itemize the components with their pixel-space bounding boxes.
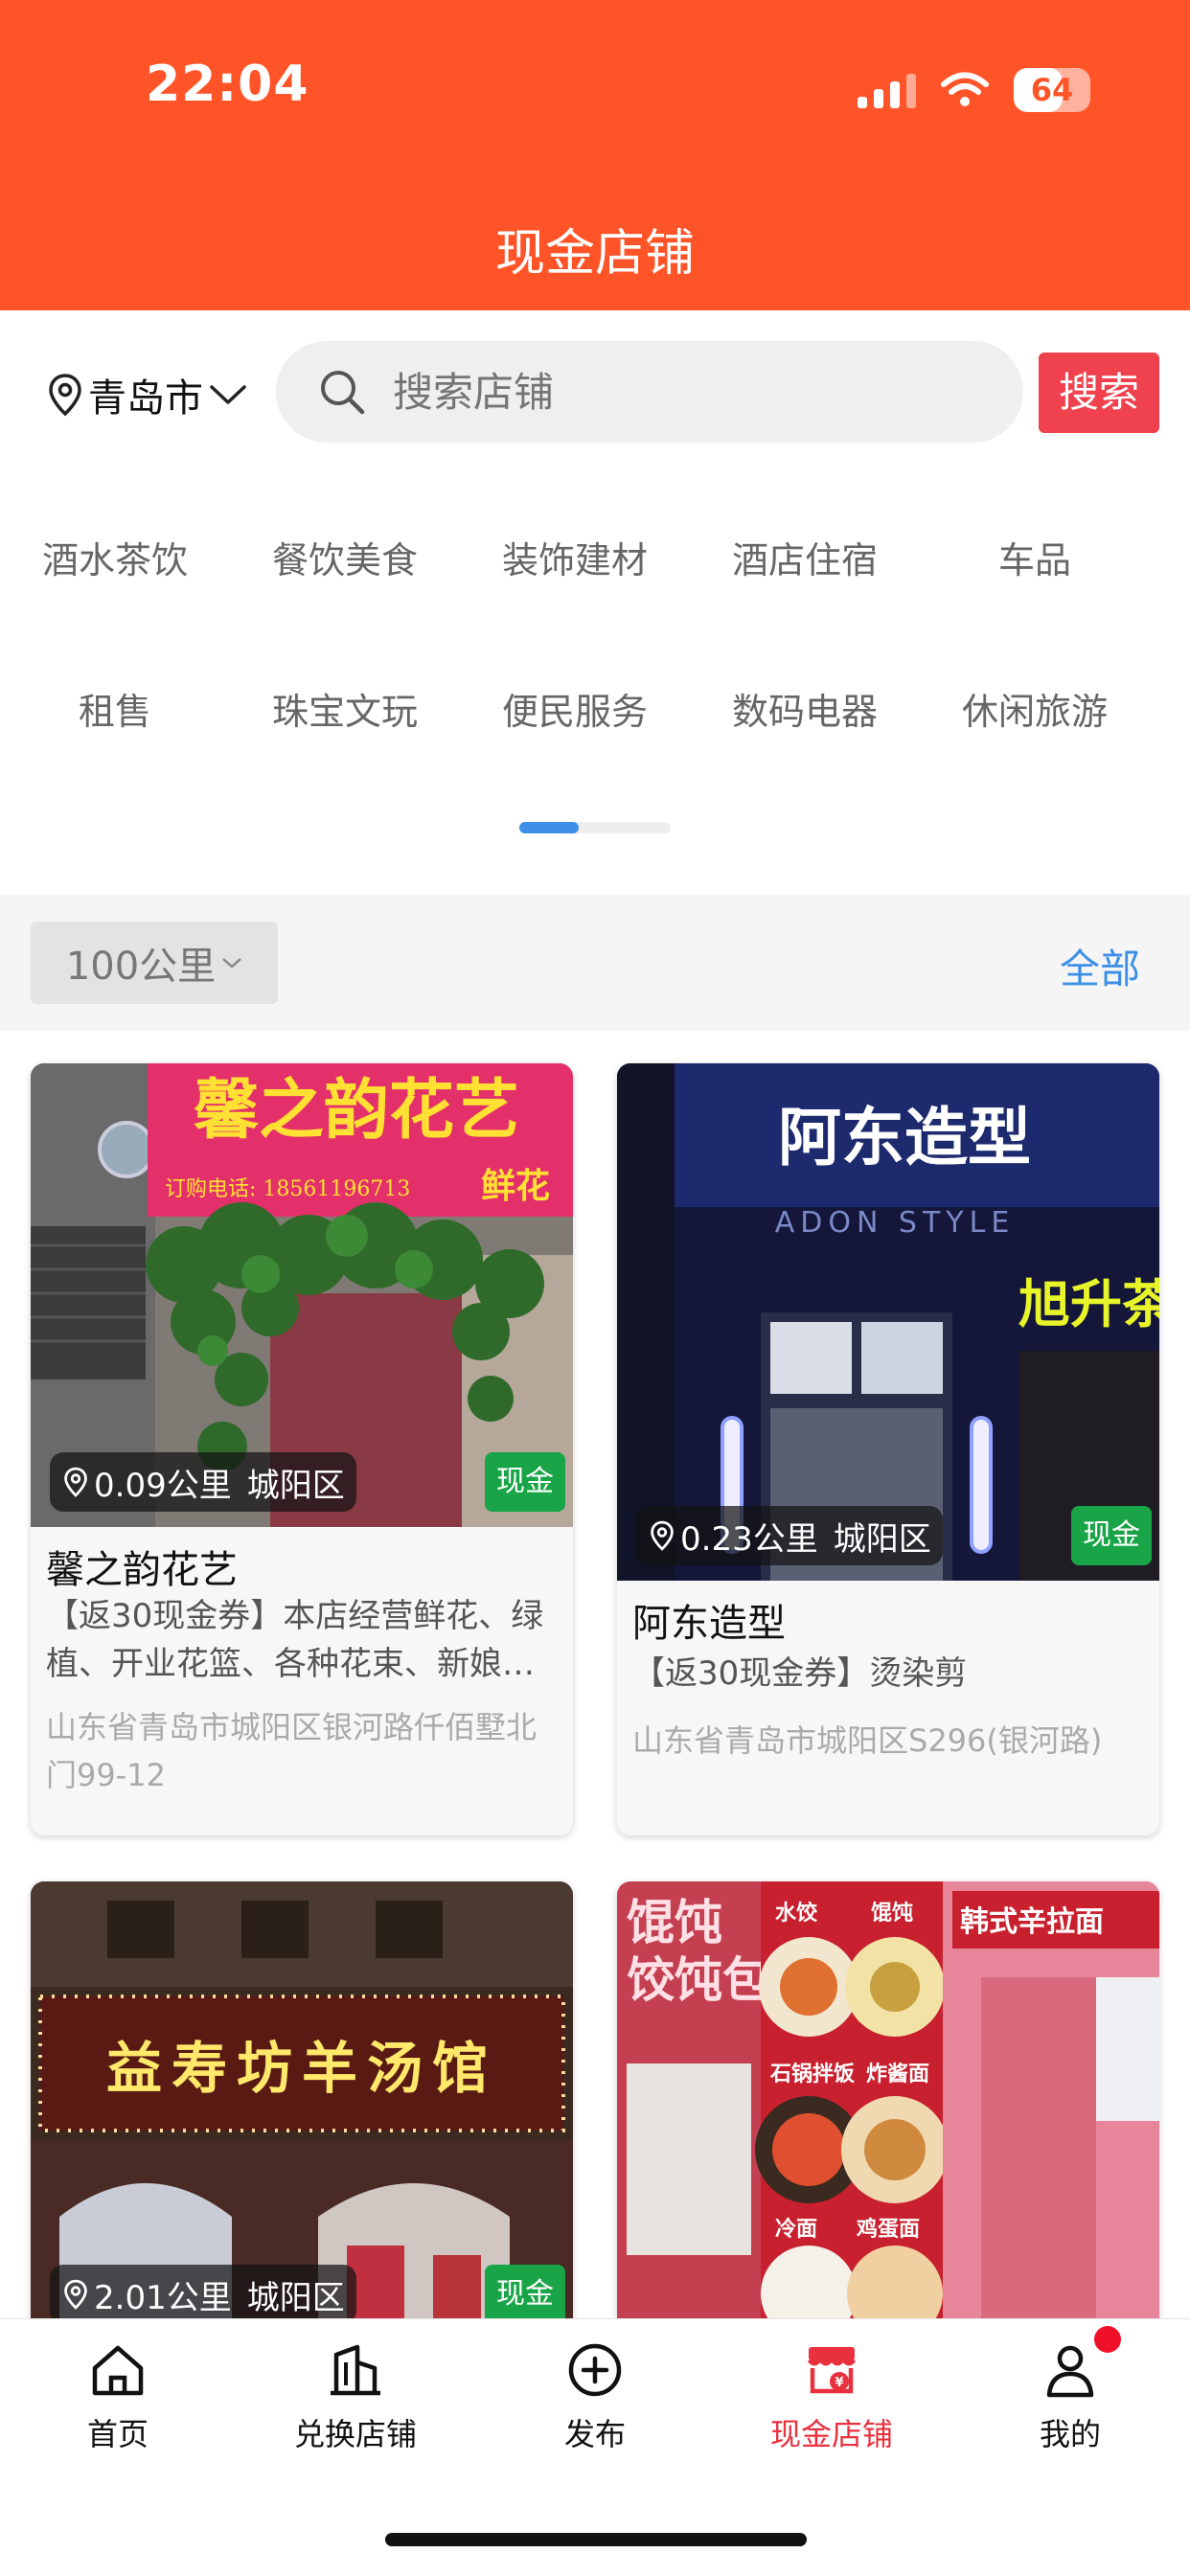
menu-item: 冷面 [775,2217,817,2242]
distance-value: 0.09公里 [94,1466,232,1505]
shop-description: 【返30现金券】本店经营鲜花、绿植、开业花篮、各种花束、新娘… [46,1597,544,1683]
distance-value: 2.01公里 [94,2278,232,2317]
district-label: 城阳区 [246,1466,345,1505]
sign-name: 韩式辛拉面 [960,1905,1104,1939]
notification-dot [1094,2326,1121,2353]
sign-name: 益寿坊羊汤馆 [106,2036,497,2101]
page-title: 现金店铺 [494,225,695,283]
shop-address: 山东省青岛市城阳区银河路仟佰墅北门99-12 [46,1709,538,1793]
cash-shop-icon: ¥ [807,2347,857,2394]
shop-name: 馨之韵花艺 [46,1548,238,1592]
distance-badge: 0.23公里 城阳区 [636,1506,943,1565]
category-page-indicator [519,822,671,833]
district-label: 城阳区 [833,1519,931,1559]
shop-description: 【返30现金券】烫染剪 [632,1654,968,1693]
category-item[interactable]: 休闲旅游 [920,682,1150,735]
cash-badge: 现金 [1071,1506,1152,1565]
shop-photo: 阿东造型 ADON STYLE 旭升茶 [617,1063,1159,1581]
tab-label: 发布 [563,2416,626,2452]
tab-label: 兑换店铺 [293,2416,417,2452]
category-item[interactable]: 数码电器 [690,682,920,735]
home-icon [92,2345,144,2396]
category-item[interactable]: 便民服务 [460,682,690,735]
distance-filter-label: 100公里 [65,945,217,989]
search-button[interactable]: 搜索 [1039,353,1159,433]
svg-text:饺饨包: 饺饨包 [627,1952,770,2008]
status-icons: 64 [858,63,1090,117]
location-pin-icon [64,2279,87,2310]
tab-publish[interactable]: 发布 [509,2339,681,2454]
shop-name: 阿东造型 [632,1602,786,1646]
distance-badge: 0.09公里 城阳区 [50,1452,356,1512]
search-bar[interactable] [276,341,1023,443]
shop-photo: 馄饨 饺饨包 水饺 馄饨 石锅拌饭 炸酱面 冷面 鸡蛋面 韩式辛拉面 [617,1881,1159,2341]
menu-item: 水饺 [775,1901,818,1926]
cash-badge: 现金 [485,1452,565,1512]
location-pin-icon [64,1467,87,1497]
category-item[interactable]: 装饰建材 [460,531,690,583]
building-icon [331,2344,380,2396]
tab-cash-shops[interactable]: ¥ 现金店铺 [745,2339,918,2454]
tab-label: 首页 [86,2416,149,2452]
search-icon [321,371,365,415]
shop-card[interactable]: 馨之韵花艺 订购电话: 18561196713 鲜花 0.09公里 城阳区 现金… [31,1063,573,1835]
location-pin-icon [651,1520,674,1551]
sign-extra: 鲜花 [481,1166,550,1206]
district-label: 城阳区 [246,2278,345,2317]
battery-icon: 64 [1014,68,1090,112]
cellular-signal-icon [858,72,916,108]
menu-item: 炸酱面 [866,2062,929,2086]
category-item[interactable]: 酒水茶饮 [0,531,230,583]
home-indicator [385,2533,807,2546]
tab-label: 我的 [1039,2416,1101,2452]
distance-badge: 2.01公里 城阳区 [50,2265,356,2324]
sign-name: 馨之韵花艺 [194,1072,519,1149]
shop-card[interactable]: 益寿坊羊汤馆 2.01公里 城阳区 现金 [31,1881,573,2341]
city-label: 青岛市 [88,376,203,421]
search-input[interactable] [391,367,970,417]
category-item[interactable]: 租售 [0,682,230,735]
user-icon [1046,2345,1094,2398]
all-filter-link[interactable]: 全部 [1060,937,1140,995]
category-item[interactable]: 珠宝文玩 [230,682,460,735]
status-time: 22:04 [146,56,309,113]
shop-card[interactable]: 阿东造型 ADON STYLE 旭升茶 0.23公里 城阳区 现金 阿东造型 【… [617,1063,1159,1835]
distance-filter[interactable]: 100公里 [31,922,278,1004]
tab-mine[interactable]: 我的 [984,2339,1156,2454]
wifi-icon [941,72,989,106]
cash-badge: 现金 [485,2265,565,2324]
svg-text:馄饨: 馄饨 [627,1895,722,1950]
tab-label: 现金店铺 [769,2416,893,2452]
chevron-down-icon [222,958,242,969]
tab-home[interactable]: 首页 [32,2339,204,2454]
city-selector[interactable]: 青岛市 [48,367,247,422]
plus-circle-icon [568,2343,622,2397]
category-item[interactable]: 餐饮美食 [230,531,460,583]
category-item[interactable]: 酒店住宿 [690,531,920,583]
category-item[interactable]: 车品 [920,531,1150,583]
sign-name: 阿东造型 [778,1100,1031,1174]
location-pin-icon [49,374,81,417]
menu-item: 鸡蛋面 [856,2217,920,2242]
sign-subtitle: ADON STYLE [775,1206,1016,1240]
sign-phone: 订购电话: 18561196713 [165,1177,410,1201]
shop-address: 山东省青岛市城阳区S296(银河路) [632,1722,1103,1759]
battery-level: 64 [1030,72,1074,108]
sign-extra: 旭升茶 [1018,1273,1159,1334]
menu-item: 石锅拌饭 [769,2062,855,2086]
distance-value: 0.23公里 [680,1519,818,1559]
tab-exchange-shops[interactable]: 兑换店铺 [269,2339,442,2454]
menu-item: 馄饨 [870,1901,913,1926]
chevron-down-icon [210,385,246,404]
shop-card[interactable]: 馄饨 饺饨包 水饺 馄饨 石锅拌饭 炸酱面 冷面 鸡蛋面 韩式辛拉面 [617,1881,1159,2341]
svg-text:¥: ¥ [835,2376,843,2390]
